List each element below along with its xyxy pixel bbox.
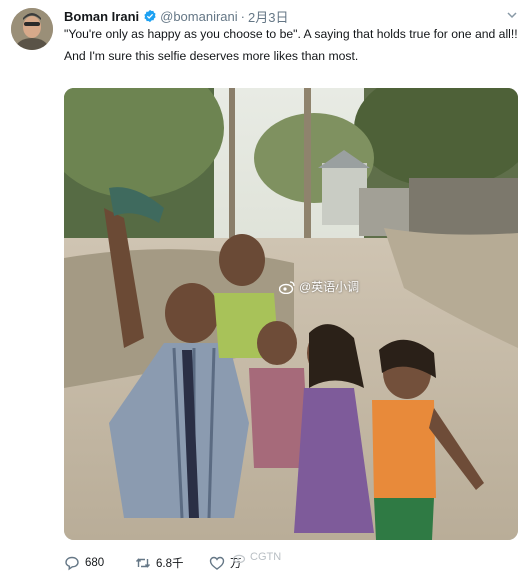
weibo-icon — [233, 554, 246, 563]
tweet-text-line: "You're only as happy as you choose to b… — [64, 27, 518, 41]
caret-down-icon[interactable] — [506, 9, 518, 21]
author-handle[interactable]: @bomanirani — [160, 9, 238, 24]
verified-badge-icon — [144, 9, 156, 23]
retweet-icon — [135, 558, 151, 568]
author-name[interactable]: Boman Irani — [64, 9, 139, 24]
tweet-header: Boman Irani @bomanirani · 2月3日 — [64, 6, 518, 26]
source-watermark: CGTN — [233, 551, 281, 563]
tweet-text-line: And I'm sure this selfie deserves more l… — [64, 49, 359, 63]
reply-icon — [65, 556, 79, 571]
photo-watermark-text: @英语小调 — [299, 280, 360, 294]
source-watermark-text: CGTN — [250, 551, 282, 563]
photo-watermark: @英语小调 — [279, 278, 359, 295]
like-icon — [209, 556, 225, 570]
reply-count: 680 — [85, 557, 105, 569]
photo-illustration — [64, 88, 518, 540]
retweet-button[interactable]: 6.8千 — [135, 555, 209, 571]
retweet-count: 6.8千 — [156, 558, 184, 570]
tweet-text: "You're only as happy as you choose to b… — [64, 25, 520, 65]
tweet-actions: 680 6.8千 万 — [64, 553, 504, 573]
reply-button[interactable]: 680 — [64, 555, 135, 571]
weibo-icon — [279, 280, 295, 294]
avatar[interactable] — [11, 8, 53, 50]
tweet-photo[interactable]: @英语小调 — [64, 88, 518, 540]
tweet-date[interactable]: 2月3日 — [248, 7, 288, 26]
separator-dot: · — [240, 8, 245, 24]
